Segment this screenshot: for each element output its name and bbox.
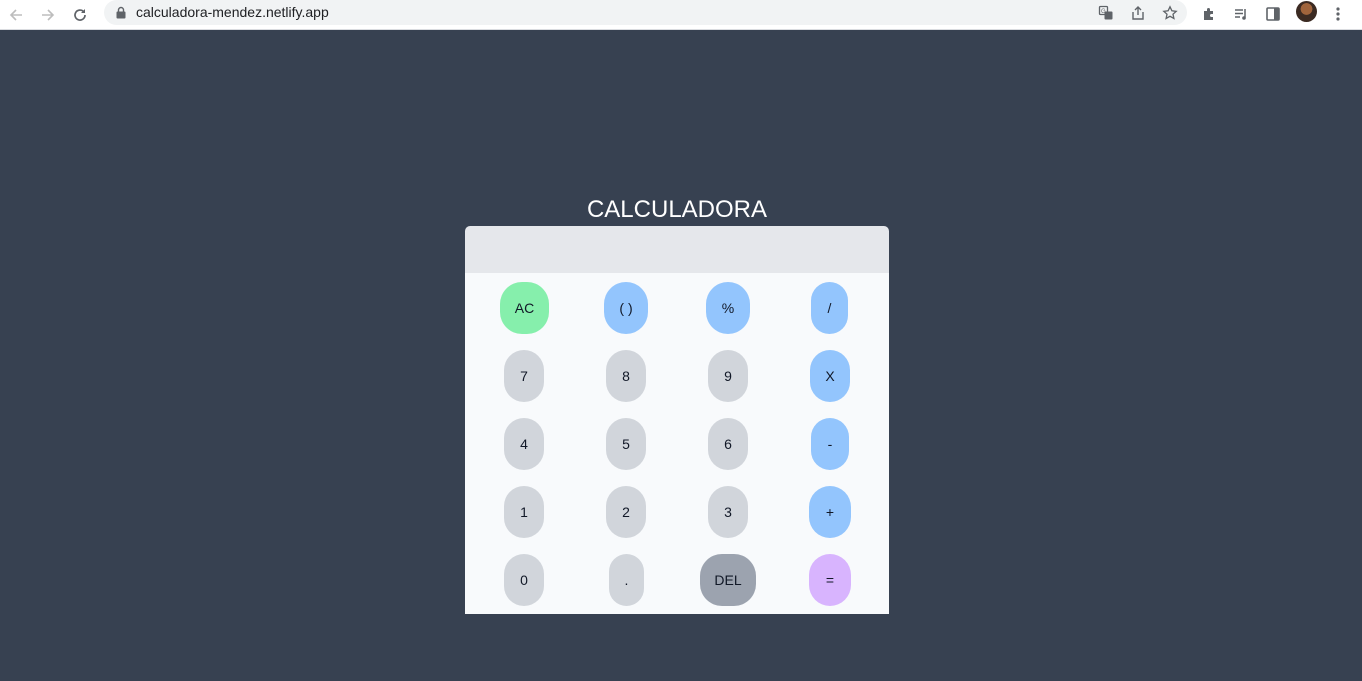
digit-6-button[interactable]: 6 <box>708 418 748 470</box>
forward-icon[interactable] <box>36 3 60 27</box>
digit-2-button[interactable]: 2 <box>606 486 646 538</box>
multiply-button[interactable]: X <box>810 350 850 402</box>
divide-button[interactable]: / <box>811 282 848 334</box>
back-icon[interactable] <box>4 3 28 27</box>
translate-icon[interactable]: G <box>1096 3 1116 23</box>
clear-button[interactable]: AC <box>500 282 549 334</box>
calculator-display <box>465 226 889 273</box>
bookmark-star-icon[interactable] <box>1160 3 1180 23</box>
digit-9-button[interactable]: 9 <box>708 350 748 402</box>
plus-button[interactable]: + <box>809 486 851 538</box>
media-control-icon[interactable] <box>1230 3 1252 25</box>
digit-5-button[interactable]: 5 <box>606 418 646 470</box>
side-panel-icon[interactable] <box>1262 3 1284 25</box>
extensions-puzzle-icon[interactable] <box>1198 3 1220 25</box>
page-title: CALCULADORA <box>586 196 768 223</box>
share-icon[interactable] <box>1128 3 1148 23</box>
digit-4-button[interactable]: 4 <box>504 418 544 470</box>
percent-button[interactable]: % <box>706 282 750 334</box>
browser-toolbar: calculadora-mendez.netlify.app G <box>0 0 1362 30</box>
address-bar[interactable]: calculadora-mendez.netlify.app G <box>104 0 1187 25</box>
digit-8-button[interactable]: 8 <box>606 350 646 402</box>
calculator-keypad: AC ( ) % / 7 8 9 X 4 5 6 - 1 2 3 + 0 . D… <box>465 273 889 614</box>
reload-icon[interactable] <box>68 3 92 27</box>
svg-text:G: G <box>1101 9 1106 15</box>
minus-button[interactable]: - <box>811 418 849 470</box>
digit-3-button[interactable]: 3 <box>708 486 748 538</box>
digit-0-button[interactable]: 0 <box>504 554 544 606</box>
lock-icon <box>116 6 126 19</box>
url-text: calculadora-mendez.netlify.app <box>136 4 329 20</box>
parentheses-button[interactable]: ( ) <box>604 282 648 334</box>
digit-7-button[interactable]: 7 <box>504 350 544 402</box>
equals-button[interactable]: = <box>809 554 851 606</box>
kebab-menu-icon[interactable] <box>1327 3 1349 25</box>
decimal-point-button[interactable]: . <box>609 554 644 606</box>
digit-1-button[interactable]: 1 <box>504 486 544 538</box>
delete-button[interactable]: DEL <box>700 554 756 606</box>
profile-avatar[interactable] <box>1296 1 1317 22</box>
